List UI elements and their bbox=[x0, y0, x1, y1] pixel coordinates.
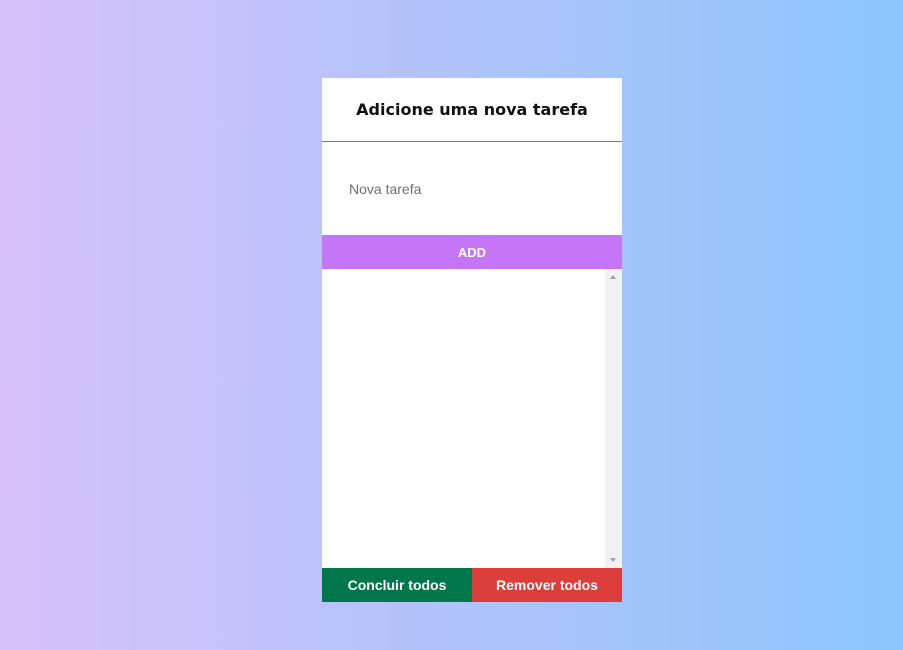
add-button[interactable]: ADD bbox=[322, 235, 622, 269]
card-header: Adicione uma nova tarefa bbox=[322, 78, 622, 142]
remove-all-button[interactable]: Remover todos bbox=[472, 568, 622, 602]
new-task-input[interactable] bbox=[349, 180, 595, 197]
complete-all-button[interactable]: Concluir todos bbox=[322, 568, 472, 602]
scrollbar[interactable] bbox=[605, 269, 622, 568]
task-list bbox=[322, 269, 605, 568]
task-list-container bbox=[322, 269, 622, 568]
footer-actions: Concluir todos Remover todos bbox=[322, 568, 622, 602]
scroll-up-arrow-icon[interactable] bbox=[610, 275, 616, 279]
todo-card: Adicione uma nova tarefa ADD Concluir to… bbox=[322, 78, 622, 602]
input-area bbox=[322, 142, 622, 235]
scroll-down-arrow-icon[interactable] bbox=[610, 558, 616, 562]
page-title: Adicione uma nova tarefa bbox=[356, 100, 588, 119]
